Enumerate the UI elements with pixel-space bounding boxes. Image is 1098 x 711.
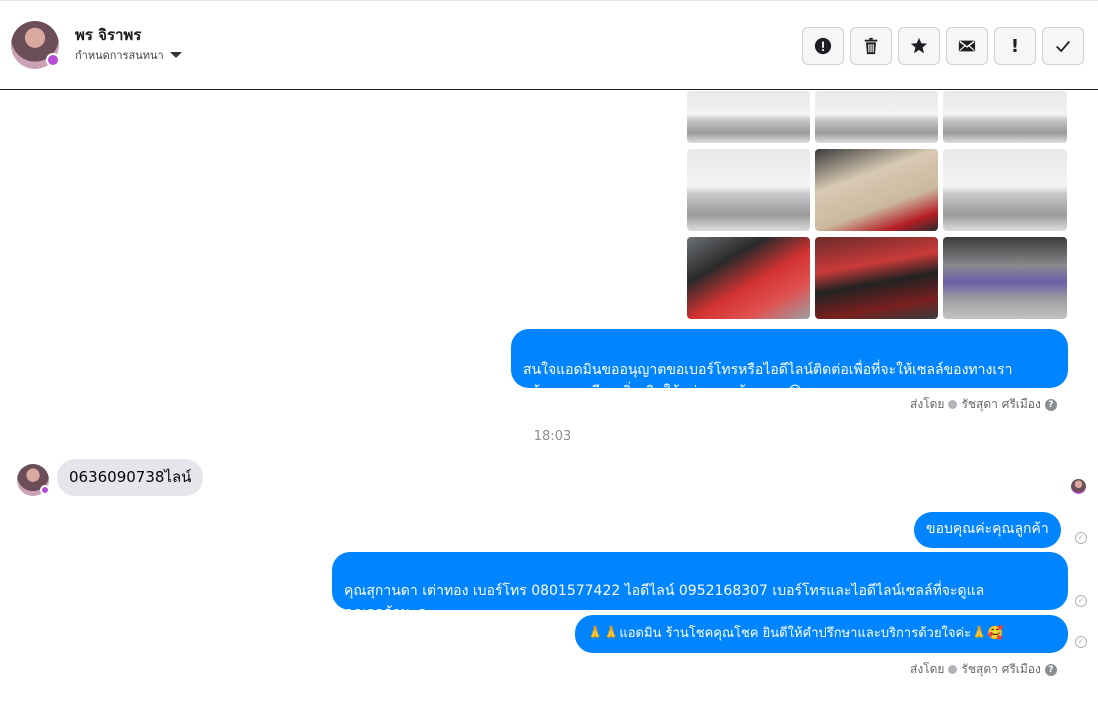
message-text: 🙏🙏แอดมิน ร้านโชคคุณโชค ยินดีให้คำปรึกษาแ… (587, 626, 1004, 641)
sender-name[interactable]: รัชสุดา ศรีเมือง (961, 395, 1040, 414)
help-icon[interactable]: ? (1044, 663, 1057, 676)
car-photo-2[interactable] (815, 91, 938, 143)
incoming-message[interactable]: 0636090738ไลน์ (57, 459, 204, 496)
message-text: ขอบคุณค่ะคุณลูกค้า (926, 521, 1049, 537)
verified-icon (948, 400, 958, 409)
outgoing-message[interactable]: สนใจแอดมินขออนุญาตขอเบอร์โทรหรือไอดีไลน์… (511, 329, 1068, 400)
car-photo-8[interactable] (815, 237, 938, 319)
contact-avatar-small[interactable] (17, 464, 50, 496)
message-text: 0636090738ไลน์ (69, 468, 192, 486)
outgoing-message[interactable]: 🙏🙏แอดมิน ร้านโชคคุณโชค ยินดีให้คำปรึกษาแ… (575, 615, 1068, 653)
conversation-toolbar: ! (802, 27, 1084, 65)
sent-by-label: ส่งโดย (910, 397, 945, 411)
car-photo-1[interactable] (687, 91, 810, 143)
message-timestamp: 18:03 (533, 429, 572, 444)
outgoing-message[interactable]: คุณสุกานดา เต่าทอง เบอร์โทร 0801577422 ไ… (332, 552, 1068, 621)
car-photo-9[interactable] (943, 237, 1067, 319)
checkmark-icon (1056, 40, 1070, 53)
sent-status-icon: ✓ (1075, 595, 1087, 607)
sender-name[interactable]: รัชสุดา ศรีเมือง (961, 660, 1040, 679)
sent-by-label: ส่งโดย (910, 662, 945, 676)
mark-done-button[interactable] (1042, 27, 1084, 65)
sent-by-info: ส่งโดย รัชสุดา ศรีเมือง ? (910, 660, 1057, 679)
mark-unread-button[interactable] (946, 27, 988, 65)
help-icon[interactable]: ? (1044, 398, 1057, 411)
outgoing-message[interactable]: ขอบคุณค่ะคุณลูกค้า (914, 512, 1061, 548)
sent-by-info: ส่งโดย รัชสุดา ศรีเมือง ? (910, 395, 1057, 414)
alert-circle-icon (814, 37, 832, 55)
car-photo-4[interactable] (687, 149, 810, 231)
heart-badge-icon (46, 53, 60, 67)
caret-down-icon (169, 52, 182, 58)
sent-status-icon: ✓ (1075, 636, 1087, 648)
follow-up-button[interactable]: ! (994, 27, 1036, 65)
mail-icon (958, 40, 976, 52)
verified-icon (948, 665, 958, 674)
exclamation-icon: ! (1010, 35, 1020, 57)
sent-status-icon: ✓ (1075, 532, 1087, 544)
read-receipt-avatar (1071, 479, 1086, 494)
conversation-header: พร จิราพร กำหนดการสนทนา ! (0, 0, 1098, 90)
star-button[interactable] (898, 27, 940, 65)
contact-name[interactable]: พร จิราพร (75, 23, 141, 47)
car-photo-7[interactable] (687, 237, 810, 319)
heart-badge-icon (40, 485, 50, 495)
mark-spam-button[interactable] (802, 27, 844, 65)
assign-conversation-dropdown[interactable]: กำหนดการสนทนา (75, 46, 182, 64)
car-photo-5[interactable] (815, 149, 938, 231)
car-photo-6[interactable] (943, 149, 1067, 231)
delete-button[interactable] (850, 27, 892, 65)
star-icon (910, 37, 928, 54)
car-photo-3[interactable] (943, 91, 1067, 143)
trash-icon (864, 37, 878, 55)
assign-conversation-label: กำหนดการสนทนา (75, 49, 164, 62)
contact-avatar[interactable] (11, 21, 60, 69)
